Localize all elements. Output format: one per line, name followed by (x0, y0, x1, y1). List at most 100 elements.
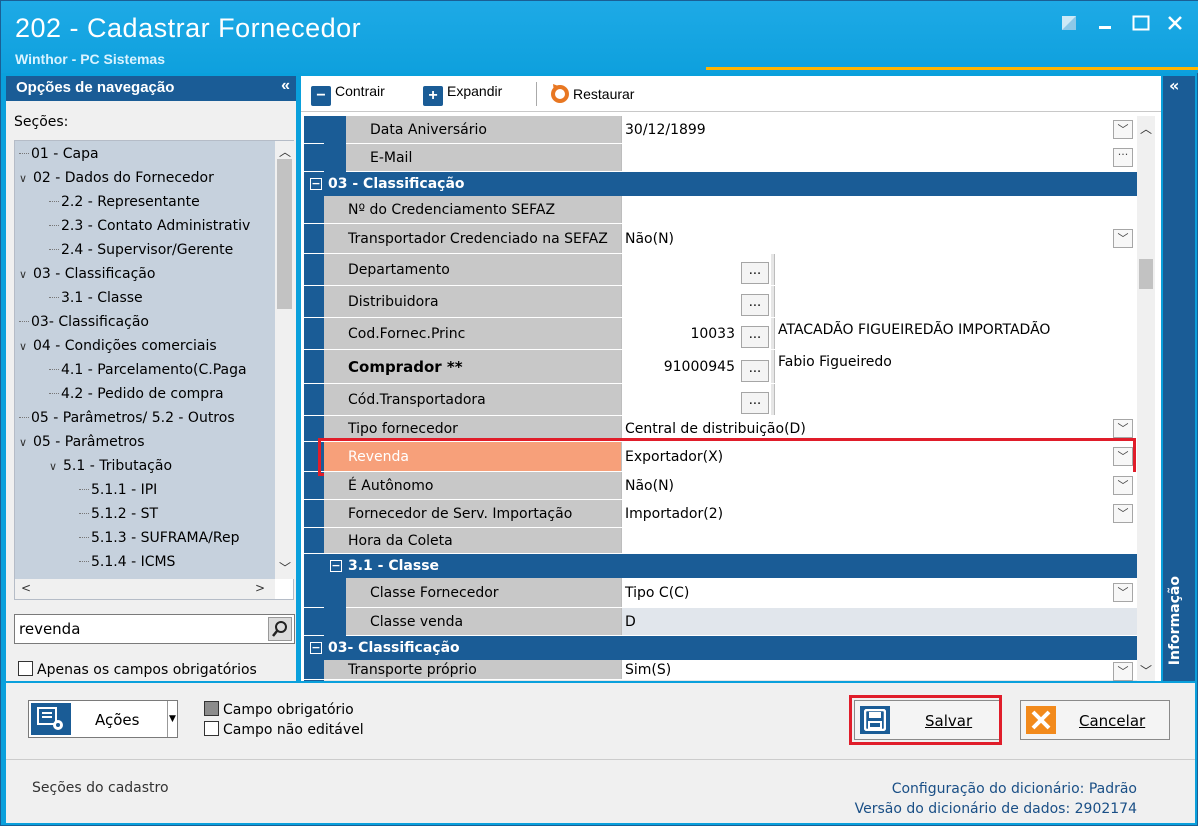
tree-connector (79, 480, 89, 490)
collapse-box-icon[interactable]: − (310, 178, 322, 190)
field-value[interactable]: Não(N) ﹀ (621, 472, 1137, 499)
restore-icon[interactable] (1061, 15, 1077, 36)
grid-row: Cod.Fornec.Princ 10033... ATACADÃO FIGUEIR… (304, 318, 1137, 350)
field-value[interactable] (621, 196, 1137, 223)
chevron-down-icon[interactable]: ﹀ (1113, 662, 1133, 681)
nav-collapse-icon[interactable]: « (281, 77, 290, 95)
info-panel[interactable]: « Informação (1163, 76, 1195, 681)
lookup-search-button[interactable]: ... (741, 294, 769, 316)
required-only-checkbox[interactable] (18, 661, 33, 676)
ellipsis-button[interactable]: ··· (1113, 148, 1133, 167)
tree-scroll-thumb[interactable] (277, 159, 292, 309)
chevron-down-icon[interactable]: ﹀ (1113, 503, 1133, 523)
section-search-field[interactable]: revenda (14, 614, 295, 644)
scroll-down-icon[interactable]: ﹀ (279, 559, 291, 576)
lookup-search-button[interactable]: ... (741, 392, 769, 414)
section-title: 03- Classificação (328, 640, 460, 656)
tree-connector (19, 144, 29, 154)
field-value[interactable]: Sim(S) ﹀ (621, 660, 1137, 681)
actions-button[interactable]: Ações ▼ (28, 700, 178, 738)
grid-scroll-up-icon[interactable]: ︿ (1140, 120, 1152, 137)
maximize-icon[interactable] (1132, 15, 1150, 36)
collapse-box-icon[interactable]: − (330, 560, 342, 572)
tree-item[interactable]: 5.1.3 - SUFRAMA/Rep (79, 527, 239, 549)
collapse-button[interactable]: − Contrair (311, 83, 385, 106)
info-collapse-icon[interactable]: « (1169, 76, 1179, 95)
collapse-box-icon[interactable]: − (310, 642, 322, 654)
chevron-down-icon[interactable]: ﹀ (1113, 475, 1133, 495)
close-icon[interactable] (1167, 15, 1183, 36)
tree-item-label: 02 - Dados do Fornecedor (33, 170, 214, 186)
chevron-down-icon[interactable]: ∨ (19, 432, 33, 454)
tree-item[interactable]: 3.1 - Classe (49, 287, 143, 309)
cancel-button[interactable]: Cancelar (1020, 700, 1170, 740)
grid-scroll-thumb[interactable] (1139, 259, 1153, 289)
tree-item[interactable]: 05 - Parâmetros/ 5.2 - Outros (19, 407, 235, 429)
lookup-search-button[interactable]: ... (741, 326, 769, 348)
tree-connector (19, 408, 29, 418)
grid-row: Transportador Credenciado na SEFAZ Não(N)… (304, 224, 1137, 254)
chevron-down-icon[interactable]: ∨ (49, 456, 63, 478)
tree-item[interactable]: 5.1.2 - ST (79, 503, 158, 525)
chevron-down-icon[interactable]: ﹀ (1113, 228, 1133, 248)
section-header[interactable]: −03- Classificação (304, 636, 1137, 660)
field-value-text: Importador(2) (625, 505, 724, 522)
tree-item[interactable]: 2.2 - Representante (49, 191, 200, 213)
tree-item[interactable]: 5.1.1 - IPI (79, 479, 157, 501)
tree-item[interactable]: ∨ 05 - Parâmetros (19, 431, 145, 453)
tree-item-label: 03- Classificação (31, 314, 149, 330)
tree-item[interactable]: 5.1.4 - ICMS (79, 551, 175, 573)
tree-item[interactable]: 01 - Capa (19, 143, 99, 165)
lookup-search-button[interactable]: ... (741, 262, 769, 284)
scroll-right-icon[interactable]: > (255, 581, 265, 595)
tree-item[interactable]: 4.1 - Parcelamento(C.Paga (49, 359, 247, 381)
chevron-down-icon[interactable]: ∨ (19, 168, 33, 190)
scroll-up-icon[interactable]: ︿ (279, 143, 291, 160)
chevron-down-icon[interactable]: ∨ (19, 264, 33, 286)
tree-connector (19, 312, 29, 322)
tree-item-label: 05 - Parâmetros/ 5.2 - Outros (31, 410, 235, 426)
field-value[interactable] (621, 528, 1137, 553)
tree-connector (49, 384, 59, 394)
expand-button[interactable]: + Expandir (423, 83, 502, 106)
section-header[interactable]: −3.1 - Classe (324, 554, 1137, 578)
search-icon[interactable] (268, 617, 292, 641)
lookup-search-button[interactable]: ... (741, 360, 769, 382)
tree-item[interactable]: 03- Classificação (19, 311, 149, 333)
grid-scroll-down-icon[interactable]: ﹀ (1140, 662, 1152, 679)
tree-item[interactable]: ∨ 02 - Dados do Fornecedor (19, 167, 214, 189)
tree-item[interactable]: 2.3 - Contato Administrativ (49, 215, 250, 237)
lookup-description (774, 254, 1137, 285)
tree-horizontal-scrollbar[interactable]: < > (15, 579, 275, 599)
grid-vertical-scrollbar[interactable]: ︿ ﹀ (1137, 116, 1155, 681)
field-value[interactable]: Importador(2) ﹀ (621, 500, 1137, 527)
sections-tree: 01 - Capa ∨ 02 - Dados do Fornecedor 2.2 - … (15, 141, 275, 579)
tree-connector (49, 216, 59, 226)
tree-item[interactable]: 4.2 - Pedido de compra (49, 383, 224, 405)
field-value[interactable]: Tipo C(C) ﹀ (621, 578, 1137, 607)
chevron-down-icon[interactable]: ∨ (19, 336, 33, 358)
search-input[interactable]: revenda (19, 620, 80, 638)
section-header[interactable]: −03 - Classificação (304, 172, 1137, 196)
tree-item[interactable]: ∨ 04 - Condições comerciais (19, 335, 217, 357)
field-value[interactable]: Não(N) ﹀ (621, 224, 1137, 253)
required-only-option[interactable]: Apenas os campos obrigatórios (18, 661, 257, 678)
chevron-down-icon[interactable]: ﹀ (1113, 418, 1133, 438)
chevron-down-icon[interactable]: ﹀ (1113, 119, 1133, 139)
minimize-icon[interactable] (1098, 11, 1114, 36)
chevron-down-icon[interactable]: ﹀ (1113, 582, 1133, 602)
field-value-text: Sim(S) (625, 661, 672, 678)
actions-dropdown-icon[interactable]: ▼ (167, 701, 177, 737)
property-grid: Data Aniversário 30/12/1899 ﹀ E-Mail ··· −03 … (304, 116, 1137, 681)
tree-item[interactable]: 2.4 - Supervisor/Gerente (49, 239, 233, 261)
lookup-description: Fabio Figueiredo (774, 350, 1137, 383)
restore-button[interactable]: Restaurar (550, 83, 634, 106)
tree-item[interactable]: ∨ 5.1 - Tributação (49, 455, 172, 477)
dictionary-info: Configuração do dicionário: Padrão Versã… (855, 779, 1137, 819)
tree-item[interactable]: ∨ 03 - Classificação (19, 263, 155, 285)
tree-vertical-scrollbar[interactable]: ︿ ﹀ (275, 141, 294, 579)
field-value[interactable]: ··· (621, 144, 1137, 171)
revenda-highlight (318, 438, 1136, 476)
field-value[interactable]: 30/12/1899 ﹀ (621, 116, 1137, 143)
scroll-left-icon[interactable]: < (21, 581, 31, 595)
